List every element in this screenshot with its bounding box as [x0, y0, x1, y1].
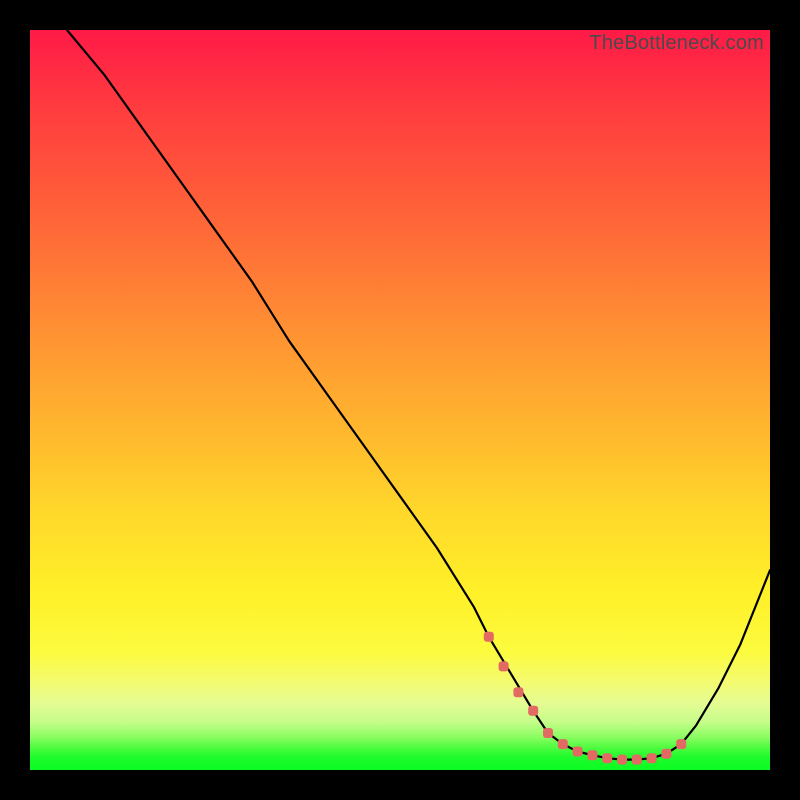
marker-dot [647, 753, 657, 763]
marker-dot [587, 750, 597, 760]
highlight-markers [484, 632, 686, 765]
marker-dot [602, 753, 612, 763]
marker-dot [543, 728, 553, 738]
chart-svg [30, 30, 770, 770]
marker-dot [676, 739, 686, 749]
marker-dot [558, 739, 568, 749]
marker-dot [499, 661, 509, 671]
marker-dot [528, 706, 538, 716]
marker-dot [617, 755, 627, 765]
marker-dot [484, 632, 494, 642]
marker-dot [632, 755, 642, 765]
marker-dot [573, 747, 583, 757]
marker-dot [661, 749, 671, 759]
plot-area: TheBottleneck.com [30, 30, 770, 770]
marker-dot [513, 687, 523, 697]
bottleneck-curve [67, 30, 770, 760]
chart-frame: TheBottleneck.com [0, 0, 800, 800]
